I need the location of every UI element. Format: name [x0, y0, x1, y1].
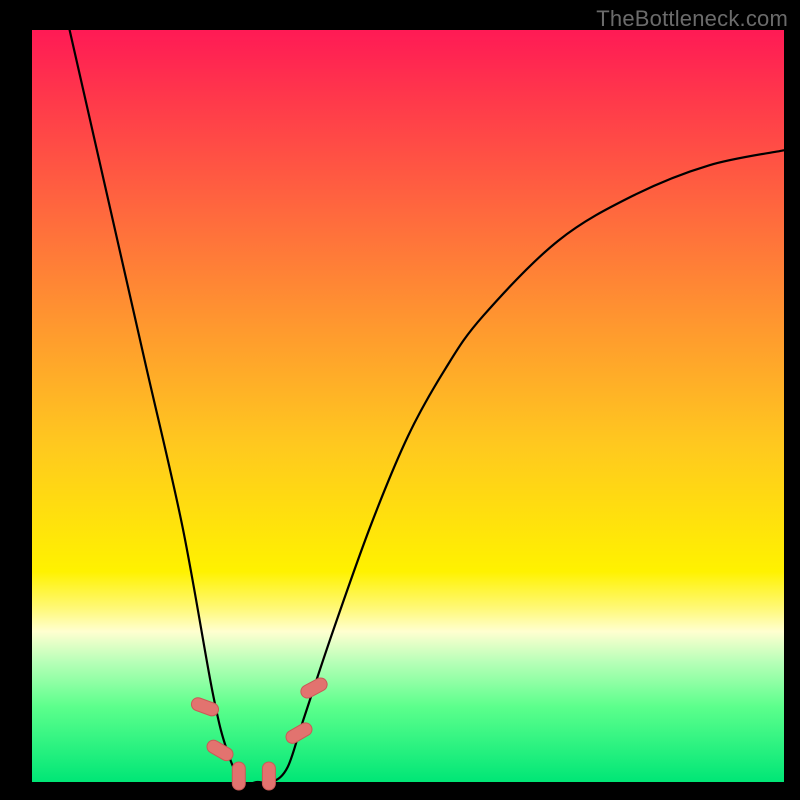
- attribution-text: TheBottleneck.com: [596, 6, 788, 32]
- bottleneck-curve: [70, 30, 784, 784]
- plot-area: [32, 30, 784, 782]
- curve-marker: [299, 676, 330, 701]
- curve-marker: [284, 720, 315, 745]
- curve-marker: [232, 762, 245, 790]
- curve-layer: [32, 30, 784, 782]
- curve-marker: [190, 696, 221, 718]
- curve-marker: [262, 762, 275, 790]
- curve-marker: [205, 738, 236, 763]
- marker-group: [190, 676, 330, 790]
